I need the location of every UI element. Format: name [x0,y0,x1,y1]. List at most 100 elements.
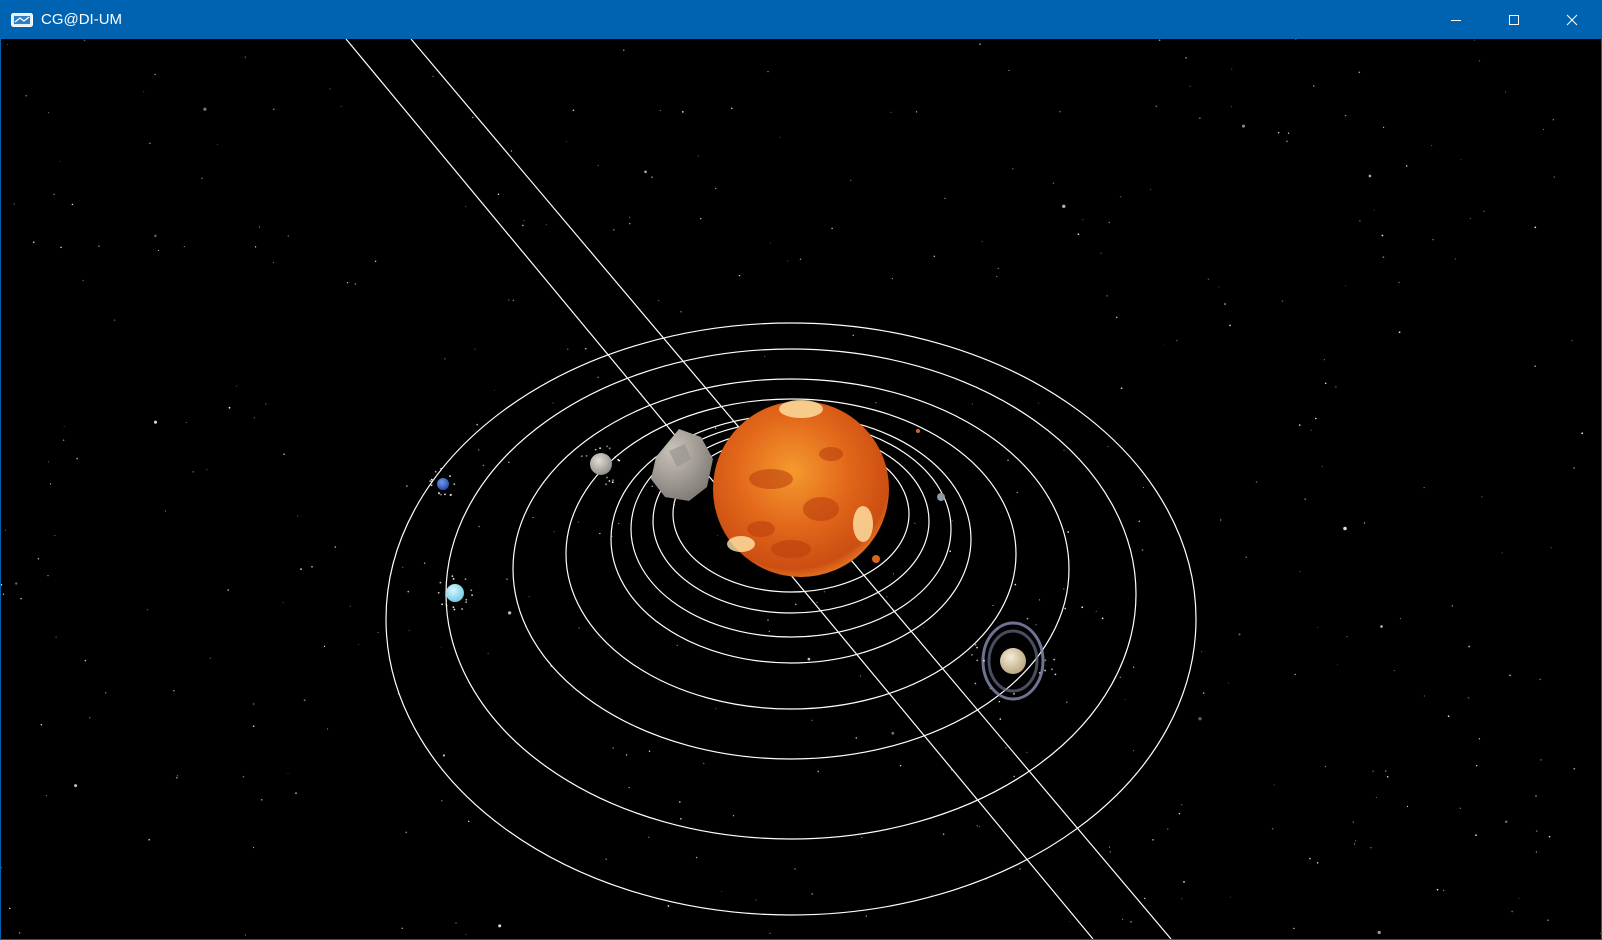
star [1238,633,1241,636]
star [950,769,952,771]
star [612,747,615,749]
star [597,376,599,379]
star [1447,715,1450,718]
star [113,319,116,321]
star [700,218,702,220]
star [407,590,410,593]
star [349,605,351,607]
star [329,88,331,90]
star [1224,303,1226,305]
star [644,170,647,174]
star [572,109,575,112]
star [1152,839,1154,841]
star [981,240,983,242]
moon-particle [445,604,448,607]
moon-particle [438,492,441,495]
star [476,423,479,426]
star [55,636,57,638]
star [997,267,999,270]
star [1432,238,1434,241]
star [327,728,329,730]
star [1483,210,1485,212]
moon-particle [606,476,608,479]
star [176,775,179,777]
star [799,258,802,261]
star [444,358,446,360]
star [242,775,245,778]
app-window: CG@DI-UM [0,0,1602,940]
planet-small-orange [872,555,880,563]
star [468,820,470,823]
star [1476,765,1478,767]
star [1122,918,1124,920]
star [553,531,555,533]
star [680,817,682,820]
star [532,516,534,519]
star [1370,847,1372,849]
moon-particle [470,589,473,592]
star [1398,281,1400,284]
star [408,629,410,631]
window-title: CG@DI-UM [41,11,123,28]
moon-particle [974,682,977,685]
maximize-button[interactable] [1485,1,1543,39]
star [1423,487,1425,489]
star [1353,843,1355,845]
star [794,603,797,606]
star [629,222,631,225]
star [1315,417,1317,420]
star [738,274,741,277]
title-bar[interactable]: CG@DI-UM [1,1,1601,39]
star [1535,830,1538,832]
star [597,165,599,167]
star [676,644,678,647]
star [146,609,148,611]
star [933,255,936,258]
star [1511,910,1513,913]
star [1116,316,1118,319]
star [54,534,56,536]
star [1273,784,1275,786]
star [764,355,766,358]
star [149,142,151,144]
star [1178,812,1181,815]
star [923,627,925,629]
star [817,770,820,773]
star [1138,520,1141,523]
star [667,905,670,907]
moon-particle [1044,659,1047,662]
star [478,449,480,451]
minimize-icon [1451,20,1461,21]
star [283,453,285,456]
star [1535,851,1538,853]
star [552,402,554,404]
solar-system-scene [1,39,1601,939]
star [62,439,65,441]
planet-small-gray [937,493,945,501]
minimize-button[interactable] [1427,1,1485,39]
close-button[interactable] [1543,1,1601,39]
sun [709,397,893,581]
star [1509,674,1511,677]
moon-particle [452,606,455,609]
star [915,111,918,113]
star [1581,432,1584,435]
star [566,348,569,350]
star [865,915,867,917]
render-viewport[interactable] [1,39,1601,939]
star [681,111,684,113]
star [1309,857,1311,860]
star [203,107,207,111]
star [1385,770,1387,772]
moon-particle [580,455,583,458]
star [1359,220,1361,222]
star [497,193,500,196]
star [849,179,852,182]
moon-particle [983,659,985,662]
star [1475,834,1477,836]
star [1109,851,1111,853]
star [1442,889,1445,892]
star [1095,610,1097,612]
star [944,197,946,200]
star [1069,921,1071,922]
